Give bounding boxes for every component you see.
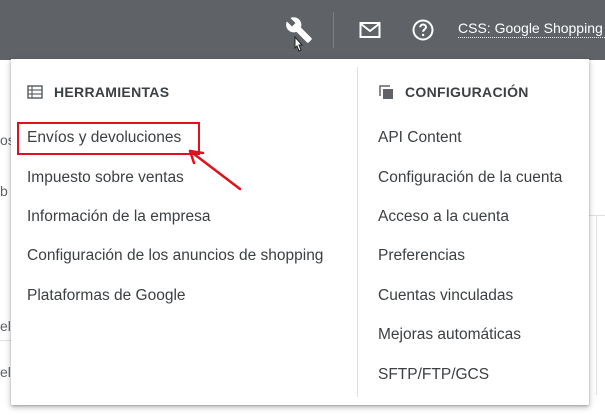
- mail-icon[interactable]: [354, 14, 386, 46]
- mouse-cursor-icon: [294, 36, 304, 52]
- settings-copy-icon: [378, 84, 394, 100]
- help-icon[interactable]: [407, 14, 439, 46]
- menu-item-linked-accounts[interactable]: Cuentas vinculadas: [378, 286, 513, 306]
- menu-item-sftp-ftp-gcs[interactable]: SFTP/FTP/GCS: [378, 365, 489, 385]
- background-divider: [596, 215, 597, 395]
- menu-item-business-info[interactable]: Información de la empresa: [27, 207, 211, 227]
- highlight-annotation-box: [17, 122, 200, 155]
- background-text-fragment: el: [0, 318, 11, 334]
- menu-item-shopping-ads-config[interactable]: Configuración de los anuncios de shoppin…: [27, 246, 323, 266]
- tools-dropdown-menu: HERRAMIENTAS Envíos y devoluciones Impue…: [11, 59, 589, 405]
- tools-header-label: HERRAMIENTAS: [54, 84, 170, 100]
- settings-header-label: CONFIGURACIÓN: [405, 84, 529, 100]
- account-selector[interactable]: CSS: Google Shopping (go: [458, 20, 605, 38]
- tools-header: HERRAMIENTAS: [27, 84, 169, 100]
- menu-item-account-settings[interactable]: Configuración de la cuenta: [378, 168, 562, 188]
- menu-item-google-platforms[interactable]: Plataformas de Google: [27, 286, 186, 306]
- tools-list-icon: [27, 84, 43, 100]
- menu-item-account-access[interactable]: Acceso a la cuenta: [378, 207, 509, 227]
- red-arrow-annotation: [188, 149, 242, 191]
- menu-item-preferences[interactable]: Preferencias: [378, 246, 465, 266]
- settings-header: CONFIGURACIÓN: [378, 84, 529, 100]
- top-app-bar: CSS: Google Shopping (go: [0, 0, 605, 60]
- column-divider: [357, 67, 358, 397]
- background-divider: [589, 215, 605, 216]
- toolbar-divider: [333, 12, 334, 48]
- menu-item-sales-tax[interactable]: Impuesto sobre ventas: [27, 168, 184, 188]
- background-text-fragment: el: [0, 364, 11, 380]
- background-text-fragment: b: [0, 183, 8, 199]
- menu-item-automatic-improvements[interactable]: Mejoras automáticas: [378, 325, 521, 345]
- menu-item-content-api[interactable]: API Content: [378, 128, 462, 148]
